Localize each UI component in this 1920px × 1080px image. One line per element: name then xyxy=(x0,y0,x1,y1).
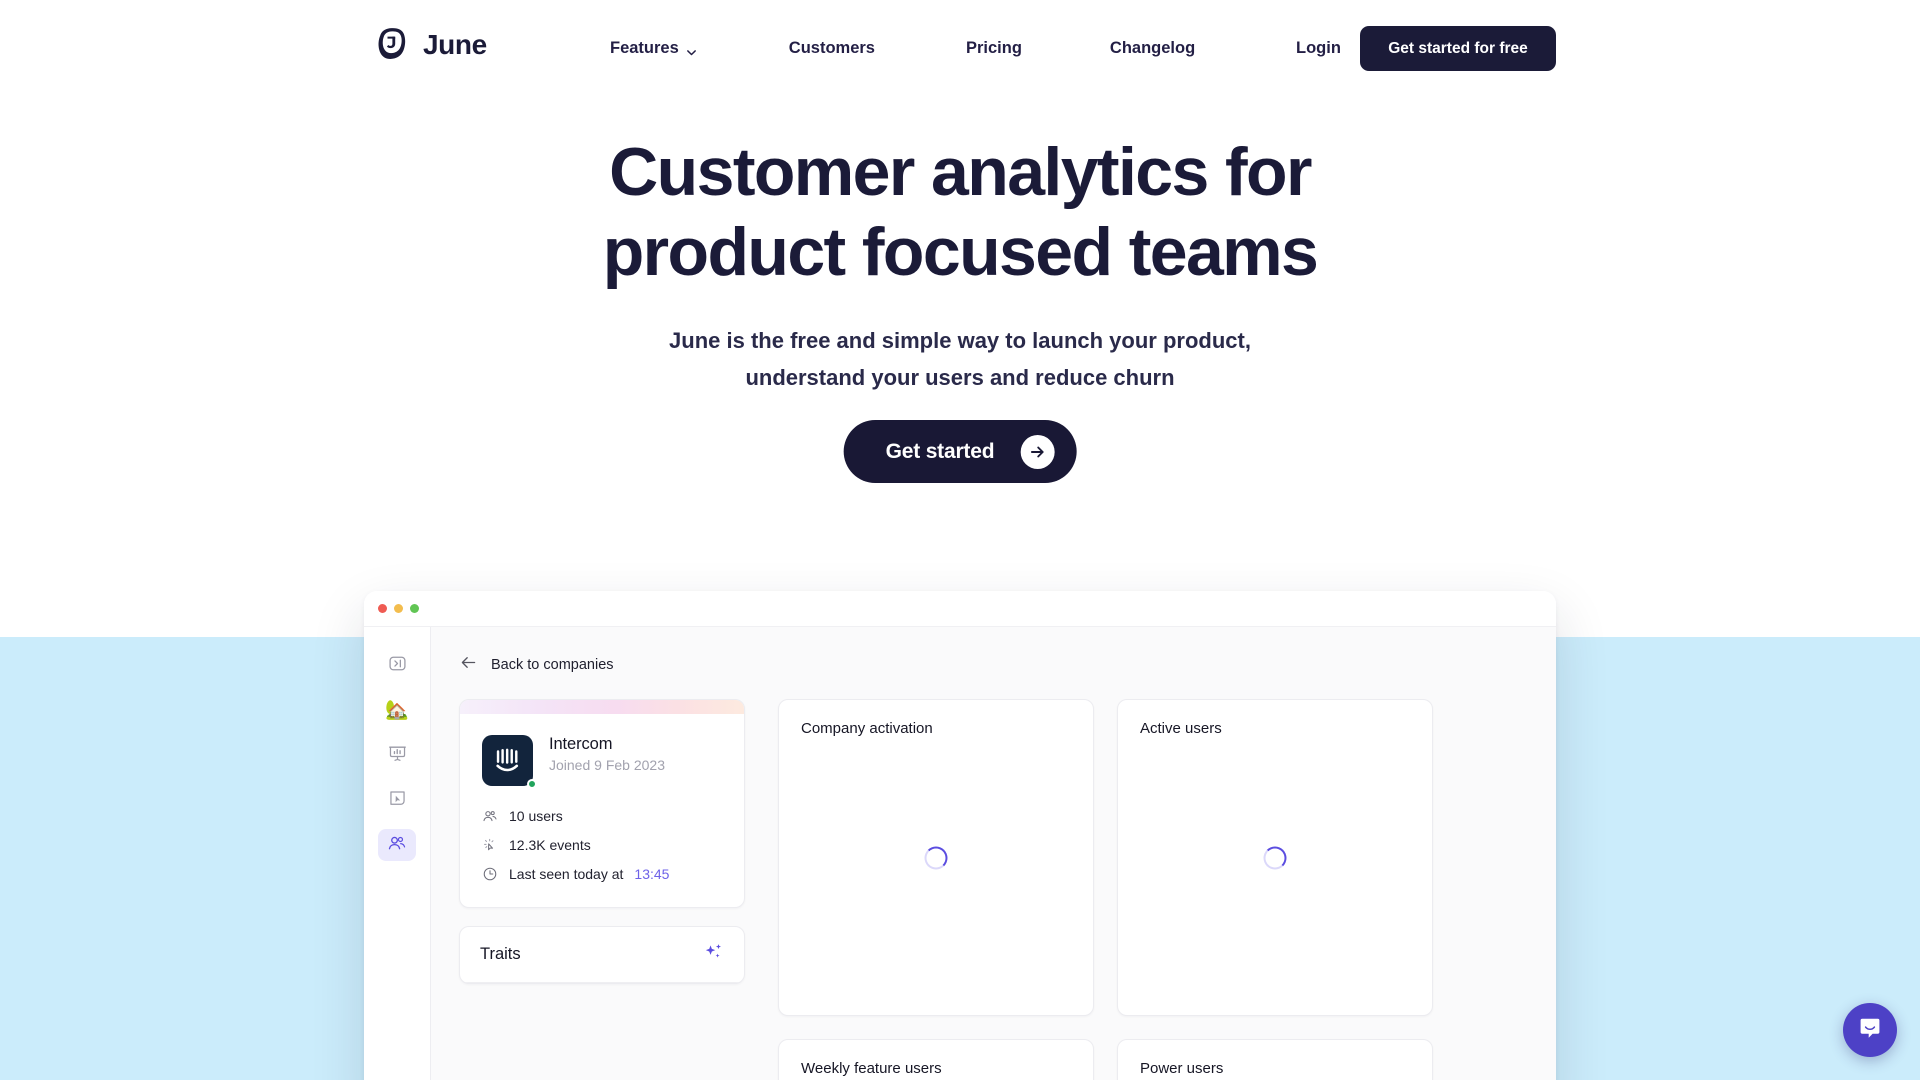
hero-get-started-label: Get started xyxy=(885,439,995,463)
dashboard-right-column: Company activation Active users Weekly f… xyxy=(778,699,1528,1080)
app-main-content: Back to companies Intercom Joined 9 Feb … xyxy=(431,627,1556,1080)
company-card-gradient-header xyxy=(460,700,744,714)
intercom-chat-icon xyxy=(1857,1016,1883,1045)
company-online-status-badge xyxy=(527,779,537,789)
metric-card-title: Power users xyxy=(1140,1060,1224,1077)
mockup-body: 🏡 Back to companies Intercom Joined 9 Fe… xyxy=(364,627,1556,1080)
sidebar-item-home[interactable]: 🏡 xyxy=(378,694,416,726)
metric-card-title: Weekly feature users xyxy=(801,1060,942,1077)
hero-heading-line-2: product focused teams xyxy=(602,214,1319,290)
sidebar-item-events[interactable] xyxy=(378,784,416,816)
sidebar-item-reports[interactable] xyxy=(378,739,416,771)
metric-card-power-users: Power users xyxy=(1117,1039,1433,1080)
company-stat-last-seen: Last seen today at 13:45 xyxy=(482,866,722,882)
sidebar-item-collapse-panel[interactable] xyxy=(378,649,416,681)
company-last-seen-time: 13:45 xyxy=(634,866,670,882)
clock-icon xyxy=(482,866,498,882)
company-stat-events: 12.3K events xyxy=(482,837,722,853)
chevron-down-icon xyxy=(686,44,697,55)
window-maximize-dot[interactable] xyxy=(410,604,419,613)
sparkles-icon[interactable] xyxy=(703,942,724,968)
brand-logo[interactable]: June xyxy=(373,26,487,64)
back-to-companies-link[interactable]: Back to companies xyxy=(459,653,1528,677)
users-group-icon xyxy=(387,833,407,857)
company-stat-last-seen-label: Last seen today at xyxy=(509,866,624,882)
hero-subheading-line-2: understand your users and reduce churn xyxy=(745,365,1175,390)
company-stat-users: 10 users xyxy=(482,808,722,824)
mockup-titlebar xyxy=(364,591,1556,627)
app-sidebar: 🏡 xyxy=(364,627,431,1080)
company-profile-card: Intercom Joined 9 Feb 2023 10 users 12.3… xyxy=(459,699,745,908)
loading-spinner xyxy=(924,846,948,869)
brand-logo-text: June xyxy=(423,29,487,60)
metric-card-active-users: Active users xyxy=(1117,699,1433,1016)
june-logo-icon xyxy=(373,26,411,64)
intercom-chat-launcher-button[interactable] xyxy=(1843,1003,1897,1057)
metric-card-weekly-feature-users: Weekly feature users xyxy=(778,1039,1094,1080)
back-to-companies-label: Back to companies xyxy=(491,657,614,673)
nav-link-pricing[interactable]: Pricing xyxy=(966,39,1022,58)
hero-heading-line-1: Customer analytics for xyxy=(609,134,1312,210)
arrow-right-icon xyxy=(1020,434,1055,469)
panel-expand-icon xyxy=(388,654,407,677)
company-joined-date: Joined 9 Feb 2023 xyxy=(549,757,665,773)
cursor-sparkle-icon xyxy=(482,837,498,853)
traits-card-title: Traits xyxy=(480,945,521,963)
top-navbar: June Features Customers Pricing Changelo… xyxy=(0,0,1920,96)
presentation-chart-icon xyxy=(388,744,407,767)
company-stats-list: 10 users 12.3K events Last seen today at… xyxy=(482,808,722,882)
dashboard-left-column: Intercom Joined 9 Feb 2023 10 users 12.3… xyxy=(459,699,745,984)
cursor-click-icon xyxy=(388,789,407,812)
nav-login-link[interactable]: Login xyxy=(1296,0,1341,96)
metric-card-title: Company activation xyxy=(801,720,933,737)
arrow-left-icon xyxy=(459,653,478,677)
hero-subheading: June is the free and simple way to launc… xyxy=(600,322,1320,396)
window-minimize-dot[interactable] xyxy=(394,604,403,613)
sidebar-item-users[interactable] xyxy=(378,829,416,861)
company-stat-users-label: 10 users xyxy=(509,808,563,824)
traits-card: Traits xyxy=(459,926,745,984)
navbar-links: Features Customers Pricing Changelog xyxy=(610,0,1195,96)
nav-get-started-button[interactable]: Get started for free xyxy=(1360,26,1556,71)
intercom-logo-icon xyxy=(482,735,533,786)
window-close-dot[interactable] xyxy=(378,604,387,613)
hero-subheading-line-1: June is the free and simple way to launc… xyxy=(669,328,1251,353)
company-name: Intercom xyxy=(549,735,613,753)
metric-card-title: Active users xyxy=(1140,720,1222,737)
company-stat-events-label: 12.3K events xyxy=(509,837,591,853)
hero-get-started-button[interactable]: Get started xyxy=(843,420,1077,483)
nav-link-features-label: Features xyxy=(610,38,679,57)
app-mockup-window: 🏡 Back to companies Intercom Joined 9 Fe… xyxy=(364,591,1556,1080)
hero-heading: Customer analytics for product focused t… xyxy=(460,132,1460,292)
loading-spinner xyxy=(1263,846,1287,869)
nav-link-changelog[interactable]: Changelog xyxy=(1110,39,1195,58)
dashboard-grid: Intercom Joined 9 Feb 2023 10 users 12.3… xyxy=(459,699,1528,1080)
nav-link-features[interactable]: Features xyxy=(610,39,697,58)
house-emoji-icon: 🏡 xyxy=(385,699,409,721)
nav-link-customers[interactable]: Customers xyxy=(789,39,875,58)
users-group-icon xyxy=(482,808,498,824)
metric-card-company-activation: Company activation xyxy=(778,699,1094,1016)
